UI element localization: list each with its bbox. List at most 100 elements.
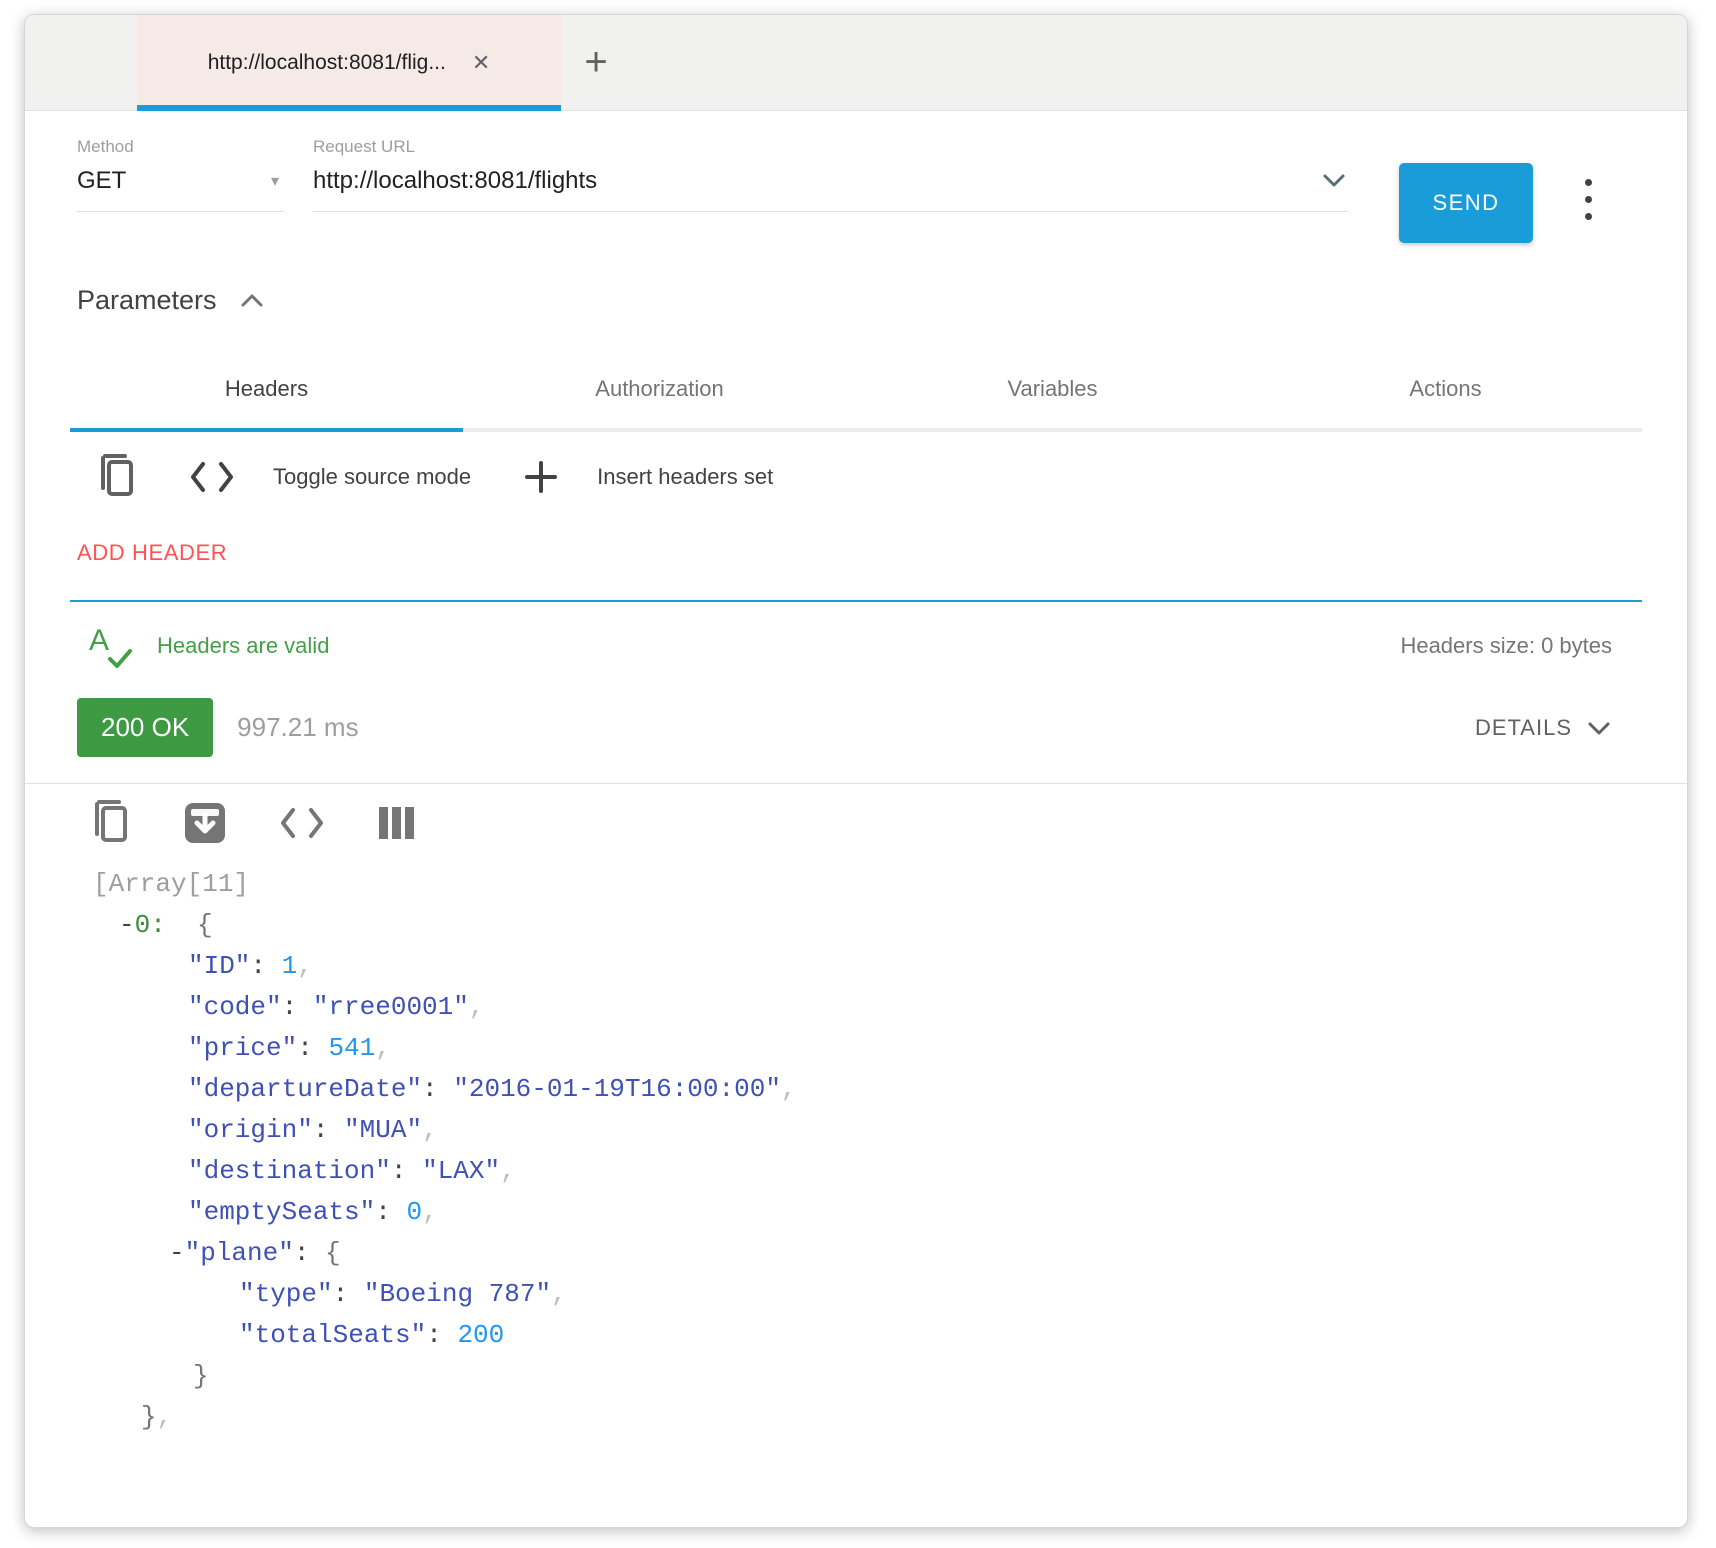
copy-icon[interactable] — [95, 454, 137, 500]
response-toolbar — [25, 784, 1687, 846]
status-badge: 200 OK — [77, 698, 213, 757]
table-columns-icon[interactable] — [377, 803, 417, 843]
response-status-row: 200 OK 997.21 ms DETAILS — [25, 668, 1687, 757]
json-token: : — [294, 1238, 325, 1268]
chevron-down-icon[interactable] — [1319, 171, 1349, 191]
json-token: "ID" — [188, 951, 250, 981]
headers-toolbar: Toggle source mode Insert headers set — [25, 432, 1687, 500]
plus-icon[interactable] — [523, 459, 559, 495]
json-token: { — [166, 910, 213, 940]
json-line: -0: { — [93, 905, 1687, 946]
json-token: , — [500, 1156, 516, 1186]
json-token: 1 — [282, 951, 298, 981]
json-token: , — [781, 1074, 797, 1104]
request-tab[interactable]: http://localhost:8081/flig... ✕ — [137, 15, 561, 110]
json-token: "rree0001" — [313, 992, 469, 1022]
json-token: "destination" — [188, 1156, 391, 1186]
method-select[interactable]: Method GET ▾ — [77, 137, 285, 212]
code-icon[interactable] — [189, 460, 235, 494]
headers-validity-row: A Headers are valid Headers size: 0 byte… — [25, 602, 1687, 668]
chevron-up-icon — [239, 292, 265, 310]
tab-variables[interactable]: Variables — [856, 362, 1249, 428]
json-line: } — [93, 1356, 1687, 1397]
json-token: : — [426, 1320, 457, 1350]
add-header-button[interactable]: ADD HEADER — [25, 500, 265, 566]
json-token: "origin" — [188, 1115, 313, 1145]
tab-authorization[interactable]: Authorization — [463, 362, 856, 428]
json-token: : — [391, 1156, 422, 1186]
parameters-title: Parameters — [77, 285, 217, 316]
method-value: GET — [77, 167, 126, 195]
json-line: "origin": "MUA", — [93, 1110, 1687, 1151]
url-field[interactable]: Request URL http://localhost:8081/flight… — [313, 137, 1349, 212]
copy-icon[interactable] — [89, 800, 131, 846]
json-token: , — [469, 992, 485, 1022]
json-token: 541 — [328, 1033, 375, 1063]
json-token: : — [313, 1115, 344, 1145]
dropdown-caret-icon: ▾ — [271, 171, 285, 191]
json-token: , — [422, 1115, 438, 1145]
json-line: "code": "rree0001", — [93, 987, 1687, 1028]
parameters-toggle[interactable]: Parameters — [25, 243, 1687, 316]
url-value: http://localhost:8081/flights — [313, 167, 597, 195]
new-tab-button[interactable]: + — [561, 15, 631, 110]
json-token: "plane" — [185, 1238, 294, 1268]
headers-size: Headers size: 0 bytes — [1400, 633, 1612, 659]
request-tab-title: http://localhost:8081/flig... — [208, 51, 446, 75]
json-line: [Array[11] — [93, 864, 1687, 905]
json-token: [Array[11] — [93, 869, 249, 899]
json-viewer: [Array[11]-0: {"ID": 1,"code": "rree0001… — [25, 846, 1687, 1438]
json-token: 200 — [457, 1320, 504, 1350]
json-line: -"plane": { — [93, 1233, 1687, 1274]
details-label: DETAILS — [1475, 715, 1572, 741]
collapse-toggle-icon[interactable]: - — [119, 910, 135, 940]
json-token: 0 — [406, 1197, 422, 1227]
json-token: 0: — [135, 910, 166, 940]
json-token: : — [282, 992, 313, 1022]
chevron-down-icon — [1586, 719, 1612, 737]
save-icon[interactable] — [183, 801, 227, 845]
json-token: : — [333, 1279, 364, 1309]
json-token: { — [325, 1238, 341, 1268]
json-token: "totalSeats" — [239, 1320, 426, 1350]
json-token: "departureDate" — [188, 1074, 422, 1104]
json-token: } — [141, 1402, 157, 1432]
json-line: "ID": 1, — [93, 946, 1687, 987]
response-time: 997.21 ms — [237, 712, 358, 743]
json-token: , — [375, 1033, 391, 1063]
json-token: "price" — [188, 1033, 297, 1063]
json-line: "emptySeats": 0, — [93, 1192, 1687, 1233]
code-icon[interactable] — [279, 806, 325, 840]
insert-headers-set-button[interactable]: Insert headers set — [597, 464, 773, 490]
json-token: "type" — [239, 1279, 333, 1309]
json-line: "departureDate": "2016-01-19T16:00:00", — [93, 1069, 1687, 1110]
toggle-source-mode-button[interactable]: Toggle source mode — [273, 464, 471, 490]
json-token: "Boeing 787" — [364, 1279, 551, 1309]
method-label: Method — [77, 137, 285, 157]
json-line: "type": "Boeing 787", — [93, 1274, 1687, 1315]
json-token: , — [157, 1402, 173, 1432]
active-tab-underline — [70, 428, 463, 432]
collapse-toggle-icon[interactable]: - — [169, 1238, 185, 1268]
json-token: : — [375, 1197, 406, 1227]
details-button[interactable]: DETAILS — [1475, 715, 1612, 741]
json-token: : — [422, 1074, 453, 1104]
json-line: "totalSeats": 200 — [93, 1315, 1687, 1356]
tab-actions[interactable]: Actions — [1249, 362, 1642, 428]
json-token: "code" — [188, 992, 282, 1022]
tab-underline-track — [70, 428, 1642, 432]
app-window: http://localhost:8081/flig... ✕ + Method… — [24, 14, 1688, 1528]
request-editor: Method GET ▾ Request URL http://localhos… — [25, 111, 1687, 243]
more-options-icon[interactable] — [1585, 179, 1592, 220]
tab-bar: http://localhost:8081/flig... ✕ + — [25, 15, 1687, 111]
spellcheck-icon: A — [87, 624, 131, 668]
url-label: Request URL — [313, 137, 1349, 157]
json-line: "destination": "LAX", — [93, 1151, 1687, 1192]
close-icon[interactable]: ✕ — [472, 52, 490, 74]
tab-headers[interactable]: Headers — [70, 362, 463, 428]
json-token: "2016-01-19T16:00:00" — [453, 1074, 781, 1104]
json-line: }, — [93, 1397, 1687, 1438]
send-button[interactable]: SEND — [1399, 163, 1533, 243]
json-token: : — [297, 1033, 328, 1063]
json-token: "LAX" — [422, 1156, 500, 1186]
